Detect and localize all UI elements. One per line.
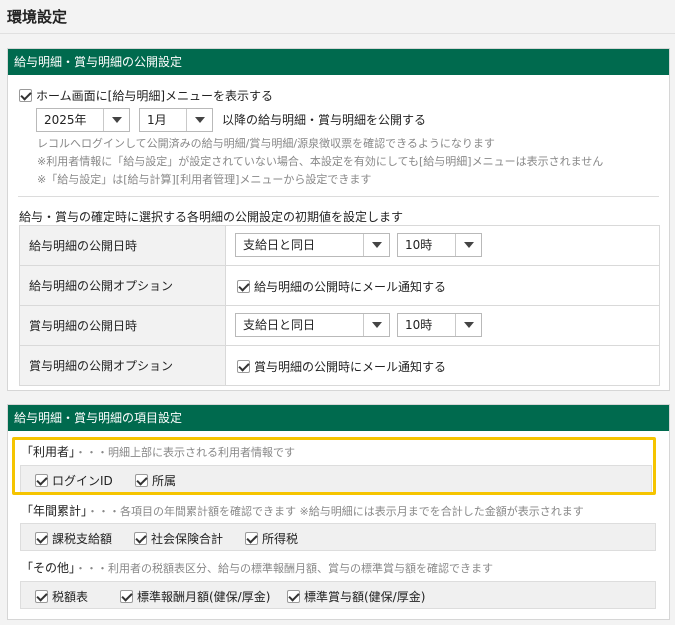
salary-time-value: 10時 <box>405 238 433 252</box>
tax-table-label: 税額表 <box>52 590 89 604</box>
row-label: 給与明細の公開日時 <box>19 225 226 266</box>
salary-mail-option[interactable]: 給与明細の公開時にメール通知する <box>237 278 446 295</box>
other-section-desc: ・・・利用者の税額表区分、給与の標準報酬月額、賞与の標準賞与額を確認できます <box>75 562 494 575</box>
show-menu-label: ホーム画面に[給与明細]メニューを表示する <box>36 89 274 103</box>
chevron-down-icon <box>455 314 481 336</box>
taxable-pay-label: 課税支給額 <box>52 532 113 546</box>
option-tax-table[interactable]: 税額表 <box>35 588 88 605</box>
salary-time-select[interactable]: 10時 <box>397 233 482 257</box>
salary-date-value: 支給日と同日 <box>243 238 316 252</box>
publish-settings-header: 給与明細・賞与明細の公開設定 <box>8 49 669 75</box>
table-row: 給与明細の公開オプション 給与明細の公開時にメール通知する <box>19 265 660 306</box>
publish-note-1: レコルへログインして公開済みの給与明細/賞与明細/源泉徴収票を確認できるようにな… <box>37 137 495 150</box>
option-social-insurance[interactable]: 社会保険合計 <box>134 530 223 547</box>
show-menu-option[interactable]: ホーム画面に[給与明細]メニューを表示する <box>19 87 273 104</box>
row-label: 賞与明細の公開オプション <box>19 345 226 386</box>
bonus-time-value: 10時 <box>405 318 433 332</box>
standard-bonus-checkbox[interactable] <box>287 590 300 603</box>
publish-note-2: ※利用者情報に「給与設定」が設定されていない場合、本設定を有効にしても[給与明細… <box>37 155 604 168</box>
standard-monthly-checkbox[interactable] <box>120 590 133 603</box>
chevron-down-icon <box>103 109 129 131</box>
annual-section-label: 「年間累計」 <box>21 504 88 518</box>
bonus-mail-option[interactable]: 賞与明細の公開時にメール通知する <box>237 358 446 375</box>
row-value: 賞与明細の公開時にメール通知する <box>225 345 660 386</box>
chevron-down-icon <box>455 234 481 256</box>
row-label: 給与明細の公開オプション <box>19 265 226 306</box>
salary-mail-label: 給与明細の公開時にメール通知する <box>254 280 447 294</box>
bonus-mail-label: 賞与明細の公開時にメール通知する <box>254 360 447 374</box>
month-select[interactable]: 1月 <box>139 108 213 132</box>
row-value: 支給日と同日 10時 <box>225 225 660 266</box>
income-tax-label: 所得税 <box>262 532 299 546</box>
annual-section-title: 「年間累計」・・・各項目の年間累計額を確認できます ※給与明細には表示月までを合… <box>21 502 584 519</box>
table-row: 賞与明細の公開オプション 賞与明細の公開時にメール通知する <box>19 345 660 386</box>
option-income-tax[interactable]: 所得税 <box>245 530 298 547</box>
month-value: 1月 <box>147 113 167 127</box>
bonus-mail-checkbox[interactable] <box>237 360 250 373</box>
bonus-date-select[interactable]: 支給日と同日 <box>235 313 390 337</box>
row-label: 賞与明細の公開日時 <box>19 305 226 346</box>
item-settings-header: 給与明細・賞与明細の項目設定 <box>8 405 669 431</box>
standard-bonus-label: 標準賞与額(健保/厚金) <box>304 590 426 604</box>
title-divider <box>0 33 675 34</box>
social-insurance-label: 社会保険合計 <box>151 532 224 546</box>
other-section-label: 「その他」 <box>21 561 76 575</box>
page-title: 環境設定 <box>7 8 68 26</box>
row-value: 支給日と同日 10時 <box>225 305 660 346</box>
tax-table-checkbox[interactable] <box>35 590 48 603</box>
social-insurance-checkbox[interactable] <box>134 532 147 545</box>
publish-note-3: ※「給与設定」は[給与計算][利用者管理]メニューから設定できます <box>37 173 372 186</box>
chevron-down-icon <box>363 314 389 336</box>
other-section-title: 「その他」・・・利用者の税額表区分、給与の標準報酬月額、賞与の標準賞与額を確認で… <box>21 559 493 576</box>
highlight-frame <box>12 437 656 495</box>
bonus-date-value: 支給日と同日 <box>243 318 316 332</box>
publish-after-text: 以降の給与明細・賞与明細を公開する <box>222 113 427 127</box>
default-settings-table: 給与明細の公開日時 支給日と同日 10時 給与明細の公開オプション 給与明細の公… <box>19 225 660 386</box>
annual-options-box: 課税支給額 社会保険合計 所得税 <box>20 523 656 551</box>
standard-monthly-label: 標準報酬月額(健保/厚金) <box>137 590 271 604</box>
other-options-box: 税額表 標準報酬月額(健保/厚金) 標準賞与額(健保/厚金) <box>20 581 656 609</box>
table-row: 賞与明細の公開日時 支給日と同日 10時 <box>19 305 660 346</box>
default-heading: 給与・賞与の確定時に選択する各明細の公開設定の初期値を設定します <box>19 210 404 224</box>
show-menu-checkbox[interactable] <box>19 89 32 102</box>
year-value: 2025年 <box>44 113 87 127</box>
salary-mail-checkbox[interactable] <box>237 280 250 293</box>
chevron-down-icon <box>186 109 212 131</box>
income-tax-checkbox[interactable] <box>245 532 258 545</box>
salary-date-select[interactable]: 支給日と同日 <box>235 233 390 257</box>
bonus-time-select[interactable]: 10時 <box>397 313 482 337</box>
chevron-down-icon <box>363 234 389 256</box>
option-taxable-pay[interactable]: 課税支給額 <box>35 530 112 547</box>
option-standard-monthly[interactable]: 標準報酬月額(健保/厚金) <box>120 588 270 605</box>
year-select[interactable]: 2025年 <box>36 108 130 132</box>
table-row: 給与明細の公開日時 支給日と同日 10時 <box>19 225 660 266</box>
annual-section-desc: ・・・各項目の年間累計額を確認できます ※給与明細には表示月までを合計した金額が… <box>87 505 584 518</box>
section-divider <box>18 196 659 197</box>
option-standard-bonus[interactable]: 標準賞与額(健保/厚金) <box>287 588 425 605</box>
row-value: 給与明細の公開時にメール通知する <box>225 265 660 306</box>
taxable-pay-checkbox[interactable] <box>35 532 48 545</box>
